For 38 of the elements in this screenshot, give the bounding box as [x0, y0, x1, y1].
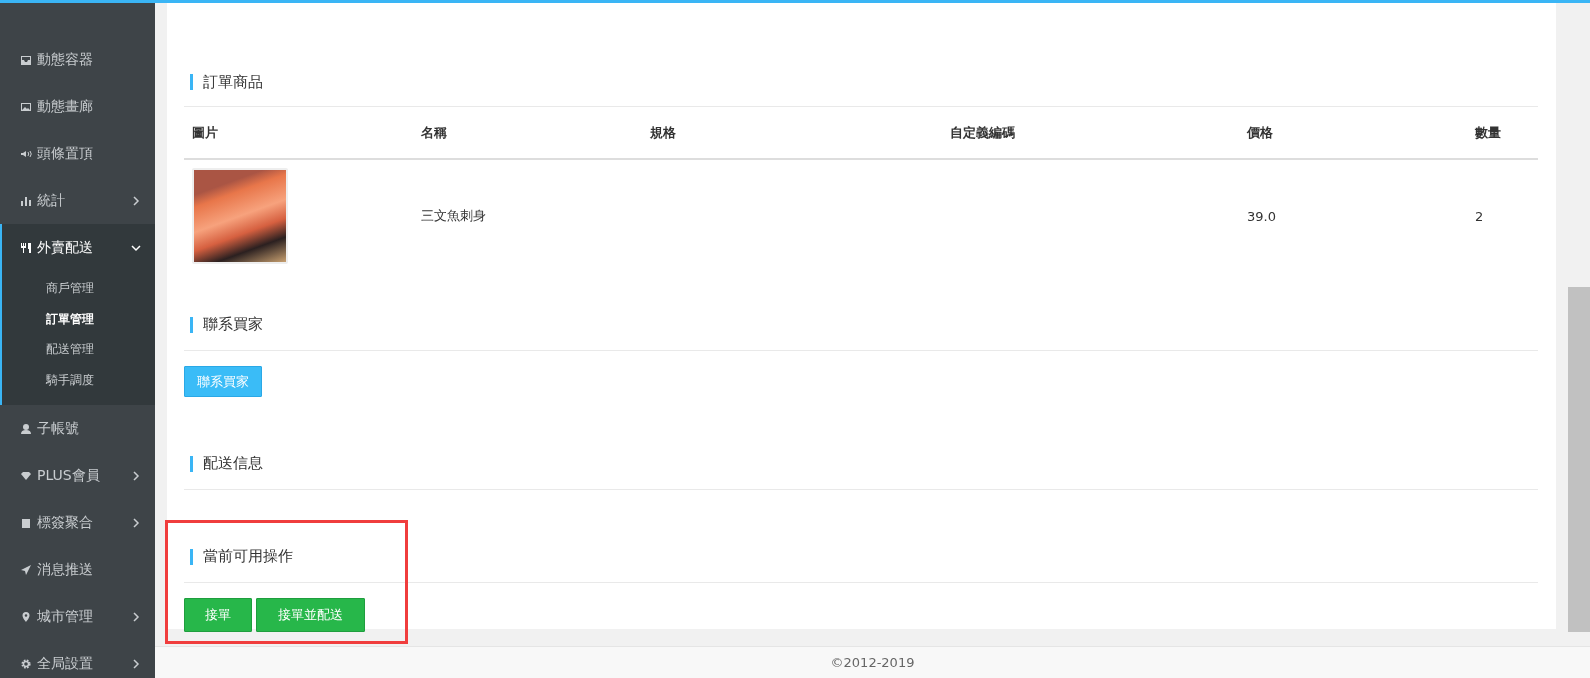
utensils-icon: [20, 241, 32, 254]
sidebar-item[interactable]: 統計: [37, 191, 131, 210]
column-header: 名稱: [421, 124, 447, 140]
copyright-text: ©2012-2019: [830, 655, 915, 670]
submenu-item[interactable]: 配送管理: [46, 342, 94, 356]
sidebar-item[interactable]: 動態容器: [37, 50, 141, 69]
column-header: 規格: [650, 124, 676, 140]
diamond-icon: [20, 469, 32, 482]
column-header: 數量: [1475, 124, 1501, 140]
column-header: 圖片: [192, 124, 218, 140]
column-header: 自定義編碼: [950, 124, 1015, 140]
sidebar-item[interactable]: 城市管理: [37, 607, 131, 626]
table-cell: 2: [1475, 208, 1484, 224]
sidebar-item[interactable]: PLUS會員: [37, 466, 131, 485]
section-title: 當前可用操作: [203, 547, 293, 566]
section-title: 配送信息: [203, 454, 263, 473]
bar-chart-icon: [20, 194, 32, 207]
sidebar-item[interactable]: 標簽聚合: [37, 513, 131, 532]
paper-plane-icon: [20, 563, 32, 576]
submenu-item[interactable]: 商戶管理: [46, 281, 94, 295]
section-title: 訂單商品: [203, 72, 263, 92]
section-title: 聯系買家: [203, 315, 263, 334]
settings-icon: [20, 657, 32, 670]
sidebar-item[interactable]: 頭條置頂: [37, 144, 141, 163]
user-icon: [20, 422, 32, 435]
table-cell: 39.0: [1247, 208, 1276, 224]
map-pin-icon: [20, 610, 32, 623]
sidebar-item[interactable]: 子帳號: [37, 419, 141, 438]
sidebar-item[interactable]: 動態畫廊: [37, 97, 141, 116]
submenu-item[interactable]: 訂單管理: [46, 311, 94, 326]
column-header: 價格: [1247, 124, 1273, 140]
tray-icon: [20, 53, 32, 66]
sidebar-item[interactable]: 消息推送: [37, 560, 141, 579]
table-cell: 三文魚刺身: [421, 208, 486, 223]
image-icon: [20, 100, 32, 113]
scrollbar-thumb[interactable]: [1568, 287, 1590, 632]
submenu-item[interactable]: 騎手調度: [46, 372, 94, 387]
sidebar-item[interactable]: 全局設置: [37, 654, 131, 673]
